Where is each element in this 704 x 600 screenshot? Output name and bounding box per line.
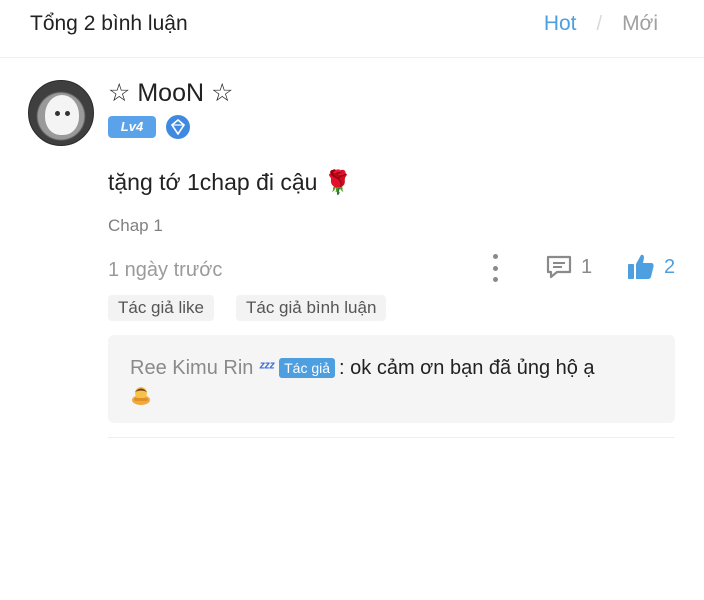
like-count: 2 [664, 255, 676, 278]
diamond-badge-icon [166, 115, 190, 139]
like-button[interactable]: 2 [626, 252, 675, 282]
reply-text: : ok cảm ơn bạn đã ủng hộ ạ [339, 357, 595, 379]
comment-time: 1 ngày trước [108, 259, 223, 281]
user-avatar[interactable] [28, 80, 94, 146]
sort-new-tab[interactable]: Mới [622, 10, 658, 38]
reply-author-name[interactable]: Ree Kimu Rin [130, 354, 253, 382]
thumbs-up-icon [628, 254, 654, 279]
sleeping-zzz-icon: ᶻᶻᶻ [259, 359, 275, 376]
comment-text: tặng tớ 1chap đi cậu 🌹 [108, 169, 353, 195]
comment-icon [546, 255, 572, 279]
avatar-eye [55, 111, 60, 116]
comments-total-title: Tổng 2 bình luận [30, 12, 188, 35]
author-badge: Tác giả [279, 358, 336, 378]
level-badge: Lv4 [108, 116, 156, 138]
author-reply-box: Ree Kimu Rin ᶻᶻᶻ Tác giả : ok cảm ơn bạn… [108, 335, 675, 423]
comment-username[interactable]: ☆ MooN ☆ [108, 77, 233, 109]
author-liked-tag: Tác giả like [108, 295, 214, 321]
sort-options: Hot / Mới [544, 10, 658, 38]
cat-avatar-image [45, 95, 79, 135]
avatar-eye [65, 111, 70, 116]
author-commented-tag: Tác giả bình luận [236, 295, 387, 321]
comment-chapter[interactable]: Chap 1 [108, 215, 163, 237]
sort-hot-tab[interactable]: Hot [544, 10, 577, 38]
reply-count: 1 [581, 255, 593, 278]
comment-divider [108, 437, 675, 438]
bowing-person-icon [132, 387, 150, 405]
reply-line: Ree Kimu Rin ᶻᶻᶻ Tác giả : ok cảm ơn bạn… [130, 354, 595, 382]
comments-header: Tổng 2 bình luận Hot / Mới [0, 0, 704, 58]
sort-separator: / [596, 13, 603, 35]
reply-button[interactable]: 1 [545, 253, 592, 281]
more-vertical-icon[interactable] [486, 254, 504, 282]
